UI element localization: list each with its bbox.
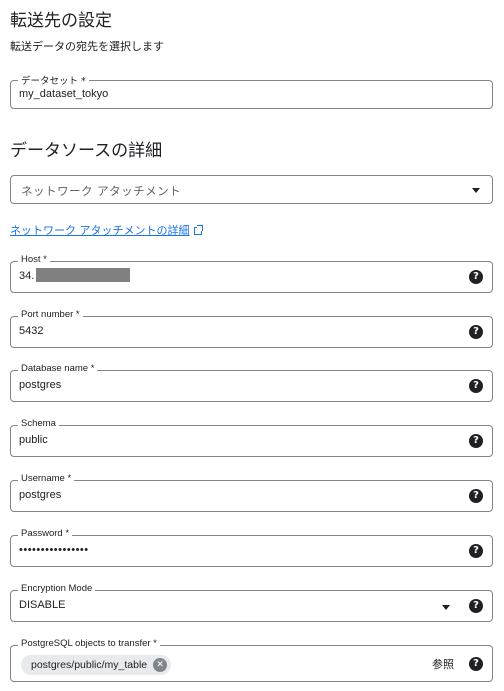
help-icon[interactable]: ?: [469, 270, 483, 284]
help-icon[interactable]: ?: [469, 544, 483, 558]
port-value: 5432: [19, 325, 44, 337]
help-icon[interactable]: ?: [469, 656, 483, 671]
help-icon[interactable]: ?: [469, 379, 483, 393]
port-field[interactable]: Port number * 5432 ?: [10, 309, 493, 348]
dataset-label: データセット *: [18, 73, 89, 87]
chip-remove-icon[interactable]: ✕: [153, 658, 168, 672]
host-field[interactable]: Host * 34. ?: [10, 254, 493, 293]
destination-title: 転送先の設定: [10, 11, 112, 31]
schema-label: Schema: [18, 418, 59, 429]
dropdown-caret-icon: [472, 188, 480, 193]
external-link-icon: [193, 225, 203, 235]
schema-field[interactable]: Schema public ?: [10, 418, 493, 457]
objects-label: PostgreSQL objects to transfer *: [18, 638, 160, 649]
network-attachment-select[interactable]: ネットワーク アタッチメント: [10, 175, 493, 204]
username-label: Username *: [18, 473, 75, 484]
help-icon[interactable]: ?: [469, 489, 483, 503]
database-field[interactable]: Database name * postgres ?: [10, 363, 493, 402]
encryption-value: DISABLE: [19, 599, 66, 611]
dataset-field[interactable]: データセット * my_dataset_tokyo: [10, 73, 493, 109]
host-value: 34.: [19, 270, 35, 282]
database-value: postgres: [19, 379, 62, 391]
network-attachment-placeholder: ネットワーク アタッチメント: [21, 184, 182, 198]
dataset-value: my_dataset_tokyo: [19, 88, 109, 100]
objects-field[interactable]: PostgreSQL objects to transfer * postgre…: [10, 638, 493, 682]
browse-button[interactable]: 参照: [432, 656, 454, 672]
password-field[interactable]: Password * •••••••••••••••• ?: [10, 528, 493, 567]
redacted-host: [36, 268, 130, 282]
port-label: Port number *: [18, 309, 83, 320]
destination-subtitle: 転送データの宛先を選択します: [10, 40, 164, 53]
object-chip-label: postgres/public/my_table: [31, 659, 148, 671]
encryption-label: Encryption Mode: [18, 583, 96, 594]
host-label: Host *: [18, 254, 50, 265]
object-chip[interactable]: postgres/public/my_table ✕: [21, 655, 172, 675]
help-icon[interactable]: ?: [469, 325, 483, 339]
password-label: Password *: [18, 528, 73, 539]
username-field[interactable]: Username * postgres ?: [10, 473, 493, 512]
database-label: Database name *: [18, 363, 98, 374]
dropdown-caret-icon: [442, 605, 450, 610]
help-icon[interactable]: ?: [469, 434, 483, 448]
data-source-title: データソースの詳細: [10, 141, 163, 161]
network-attachment-link[interactable]: ネットワーク アタッチメントの詳細: [10, 222, 203, 238]
password-value: ••••••••••••••••: [19, 544, 89, 556]
username-value: postgres: [19, 489, 62, 501]
schema-value: public: [19, 434, 48, 446]
help-icon[interactable]: ?: [469, 599, 483, 613]
network-attachment-link-label: ネットワーク アタッチメントの詳細: [10, 224, 190, 237]
encryption-mode-select[interactable]: Encryption Mode DISABLE ?: [10, 583, 493, 622]
